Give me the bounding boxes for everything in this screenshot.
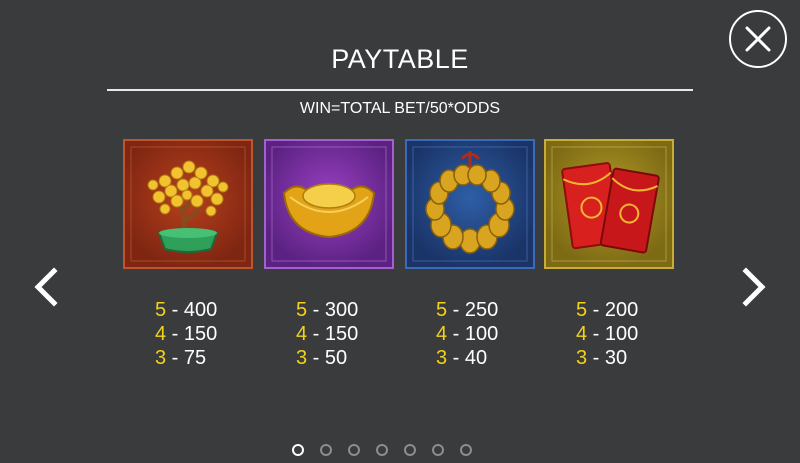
payout-value: 250	[464, 299, 499, 321]
payout-row: 4 - 100	[436, 323, 499, 345]
match-count: 3	[436, 347, 448, 369]
symbol-gold-ingot	[264, 139, 394, 269]
payout-list-coin-string: 5 - 250 4 - 100 3 - 40	[436, 298, 546, 370]
close-icon	[745, 26, 771, 52]
page-dot-6[interactable]	[432, 444, 444, 456]
payout-row: 5 - 250	[436, 299, 499, 321]
symbol-red-envelope	[544, 139, 674, 269]
payout-value: 100	[464, 323, 499, 345]
payout-row: 5 - 200	[576, 299, 639, 321]
money-tree-icon	[130, 146, 246, 262]
match-count: 4	[436, 323, 448, 345]
payout-list-red-envelope: 5 - 200 4 - 100 3 - 30	[576, 298, 686, 370]
page-dot-1[interactable]	[292, 444, 304, 456]
match-count: 5	[436, 299, 448, 321]
page-dot-3[interactable]	[348, 444, 360, 456]
coin-string-icon	[412, 146, 528, 262]
payout-value: 50	[324, 347, 348, 369]
match-count: 3	[296, 347, 308, 369]
payout-list-gold-ingot: 5 - 300 4 - 150 3 - 50	[296, 298, 406, 370]
payout-value: 300	[324, 299, 359, 321]
payout-row: 4 - 100	[576, 323, 639, 345]
title-divider	[107, 89, 693, 91]
payout-value: 30	[604, 347, 628, 369]
payout-row: 4 - 150	[296, 323, 359, 345]
red-envelope-icon	[551, 146, 667, 262]
page-dot-4[interactable]	[376, 444, 388, 456]
match-count: 3	[576, 347, 588, 369]
payout-row: 3 - 30	[576, 347, 628, 369]
win-formula: WIN=TOTAL BET/50*ODDS	[299, 100, 501, 117]
match-count: 5	[296, 299, 308, 321]
symbol-money-tree	[123, 139, 253, 269]
payout-value: 200	[604, 299, 639, 321]
payout-value: 40	[464, 347, 488, 369]
payout-value: 400	[183, 299, 218, 321]
payout-row: 4 - 150	[155, 323, 218, 345]
payout-list-money-tree: 5 - 400 4 - 150 3 - 75	[155, 298, 265, 370]
match-count: 4	[576, 323, 588, 345]
page-dot-7[interactable]	[460, 444, 472, 456]
prev-page-button[interactable]	[32, 267, 62, 307]
page-indicator	[292, 444, 472, 460]
page-dot-2[interactable]	[320, 444, 332, 456]
next-page-button[interactable]	[738, 267, 768, 307]
chevron-right-icon	[742, 267, 766, 307]
payout-row: 5 - 400	[155, 299, 218, 321]
symbol-coin-string	[405, 139, 535, 269]
match-count: 5	[576, 299, 588, 321]
page-dot-5[interactable]	[404, 444, 416, 456]
payout-value: 75	[183, 347, 207, 369]
payout-value: 150	[183, 323, 218, 345]
payout-row: 3 - 75	[155, 347, 207, 369]
close-button[interactable]	[729, 10, 787, 68]
payout-row: 3 - 50	[296, 347, 348, 369]
match-count: 4	[296, 323, 308, 345]
chevron-left-icon	[34, 267, 58, 307]
match-count: 4	[155, 323, 167, 345]
payout-row: 3 - 40	[436, 347, 488, 369]
gold-ingot-icon	[271, 146, 387, 262]
payout-value: 150	[324, 323, 359, 345]
match-count: 3	[155, 347, 167, 369]
payout-row: 5 - 300	[296, 299, 359, 321]
match-count: 5	[155, 299, 167, 321]
payout-value: 100	[604, 323, 639, 345]
page-title: PAYTABLE	[331, 44, 469, 74]
